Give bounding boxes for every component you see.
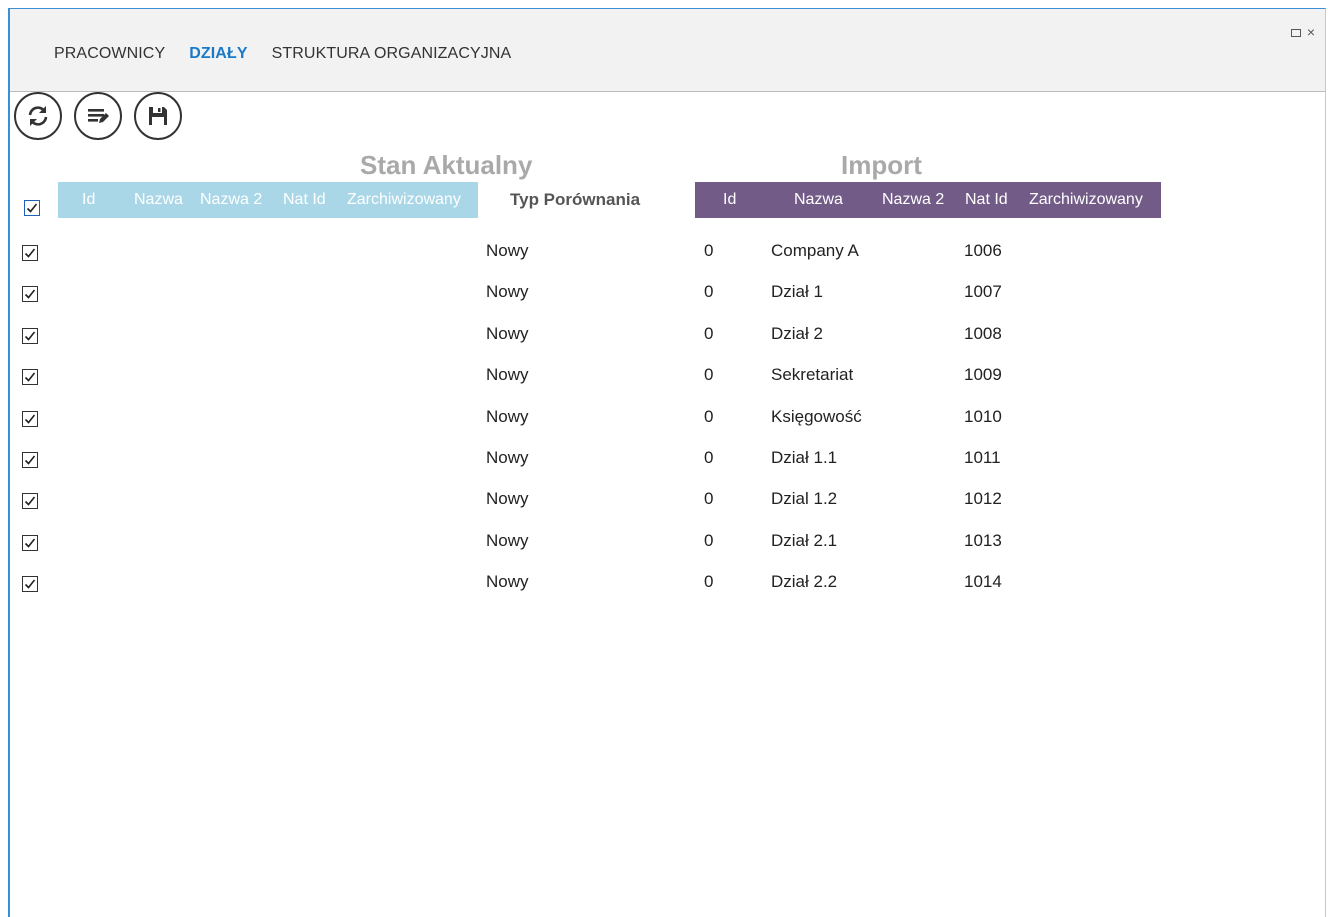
import-title: Import <box>841 150 922 180</box>
tab-dzialy[interactable]: DZIAŁY <box>189 45 247 63</box>
row-import-id: 0 <box>704 448 714 467</box>
close-icon[interactable]: × <box>1307 25 1315 39</box>
current-table-header: Id Nazwa Nazwa 2 Nat Id Zarchiwizowany <box>58 182 478 218</box>
row-compare-type: Nowy <box>486 489 529 509</box>
select-all-checkbox[interactable] <box>24 200 40 216</box>
row-compare-type: Nowy <box>486 241 529 260</box>
refresh-button[interactable] <box>14 92 62 140</box>
table-row[interactable]: Nowy 0 Dzial 1.2 1012 <box>0 481 1300 522</box>
row-import-nat-id: 1006 <box>964 241 1002 260</box>
row-checkbox[interactable] <box>22 410 38 427</box>
toolbar <box>14 92 182 140</box>
row-import-name: Dział 2 <box>771 323 823 343</box>
current-state-title: Stan Aktualny <box>360 150 533 180</box>
save-button[interactable] <box>134 92 182 140</box>
save-icon <box>149 107 167 125</box>
row-checkbox[interactable] <box>22 245 38 261</box>
table-row[interactable]: Nowy 0 Dział 2 1008 <box>0 316 1300 357</box>
row-import-id: 0 <box>704 241 714 260</box>
row-checkbox[interactable] <box>22 576 38 593</box>
edit-list-icon <box>88 109 109 123</box>
row-checkbox[interactable] <box>22 452 38 468</box>
row-checkbox[interactable] <box>22 327 38 344</box>
table-row[interactable]: Nowy 0 Księgowość 1010 <box>0 399 1300 440</box>
row-import-id: 0 <box>704 406 714 426</box>
table-row[interactable]: Nowy 0 Company A 1006 <box>0 233 1300 274</box>
row-compare-type: Nowy <box>486 365 529 385</box>
current-col-nazwa2[interactable]: Nazwa 2 <box>200 191 262 209</box>
row-import-name: Dział 2.1 <box>771 530 838 550</box>
row-import-name: Dział 1.1 <box>771 448 838 467</box>
table-row[interactable]: Nowy 0 Dział 1.1 1011 <box>0 440 1300 481</box>
table-row[interactable]: Nowy 0 Sekretariat 1009 <box>0 357 1300 398</box>
row-import-name: Dzial 1.2 <box>771 489 838 509</box>
row-compare-type: Nowy <box>486 282 529 302</box>
refresh-icon <box>28 106 48 126</box>
row-import-nat-id: 1012 <box>964 489 1002 509</box>
row-import-nat-id: 1011 <box>964 448 1001 467</box>
row-import-name: Księgowość <box>771 406 862 426</box>
table-row[interactable]: Nowy 0 Dział 2.1 1013 <box>0 523 1300 564</box>
row-import-name: Sekretariat <box>771 365 854 385</box>
row-compare-type: Nowy <box>486 530 529 550</box>
row-checkbox[interactable] <box>22 369 38 386</box>
import-table-header: Id Nazwa Nazwa 2 Nat Id Zarchiwizowany <box>695 182 1161 218</box>
edit-list-button[interactable] <box>74 92 122 140</box>
current-col-zarchiwizowany[interactable]: Zarchiwizowany <box>347 191 461 209</box>
row-import-nat-id: 1010 <box>964 406 1002 426</box>
row-import-nat-id: 1014 <box>964 572 1002 592</box>
row-checkbox[interactable] <box>22 493 38 510</box>
current-col-nat-id[interactable]: Nat Id <box>283 191 326 209</box>
tab-pracownicy[interactable]: PRACOWNICY <box>54 45 165 63</box>
import-col-id[interactable]: Id <box>723 191 736 209</box>
row-import-id: 0 <box>704 489 714 509</box>
compare-type-header[interactable]: Typ Porównania <box>510 190 640 210</box>
row-import-nat-id: 1009 <box>964 365 1002 385</box>
current-col-id[interactable]: Id <box>82 191 95 209</box>
current-col-nazwa[interactable]: Nazwa <box>134 191 183 209</box>
row-checkbox[interactable] <box>22 534 38 551</box>
row-import-id: 0 <box>704 530 714 550</box>
row-import-nat-id: 1008 <box>964 323 1002 343</box>
row-import-id: 0 <box>704 323 714 343</box>
maximize-icon[interactable] <box>1290 25 1301 39</box>
row-import-nat-id: 1007 <box>964 282 1002 302</box>
import-col-nazwa[interactable]: Nazwa <box>794 191 843 209</box>
import-col-zarchiwizowany[interactable]: Zarchiwizowany <box>1029 191 1143 209</box>
table-row[interactable]: Nowy 0 Dział 1 1007 <box>0 274 1300 315</box>
row-compare-type: Nowy <box>486 323 529 343</box>
import-col-nat-id[interactable]: Nat Id <box>965 191 1008 209</box>
row-compare-type: Nowy <box>486 448 529 467</box>
row-import-id: 0 <box>704 572 714 592</box>
row-import-nat-id: 1013 <box>964 530 1002 550</box>
row-import-name: Company A <box>771 241 859 260</box>
import-col-nazwa2[interactable]: Nazwa 2 <box>882 191 944 209</box>
table-row[interactable]: Nowy 0 Dział 2.2 1014 <box>0 564 1300 605</box>
window-controls: × <box>1290 25 1315 39</box>
top-bar: PRACOWNICY DZIAŁY STRUKTURA ORGANIZACYJN… <box>10 9 1325 92</box>
row-checkbox[interactable] <box>22 286 38 303</box>
row-compare-type: Nowy <box>486 406 529 426</box>
row-import-name: Dział 1 <box>771 282 823 302</box>
row-import-name: Dział 2.2 <box>771 572 838 592</box>
tab-bar: PRACOWNICY DZIAŁY STRUKTURA ORGANIZACYJN… <box>54 45 511 63</box>
row-compare-type: Nowy <box>486 572 529 592</box>
tab-struktura-organizacyjna[interactable]: STRUKTURA ORGANIZACYJNA <box>272 45 512 63</box>
row-import-id: 0 <box>704 365 714 385</box>
row-import-id: 0 <box>704 282 714 302</box>
